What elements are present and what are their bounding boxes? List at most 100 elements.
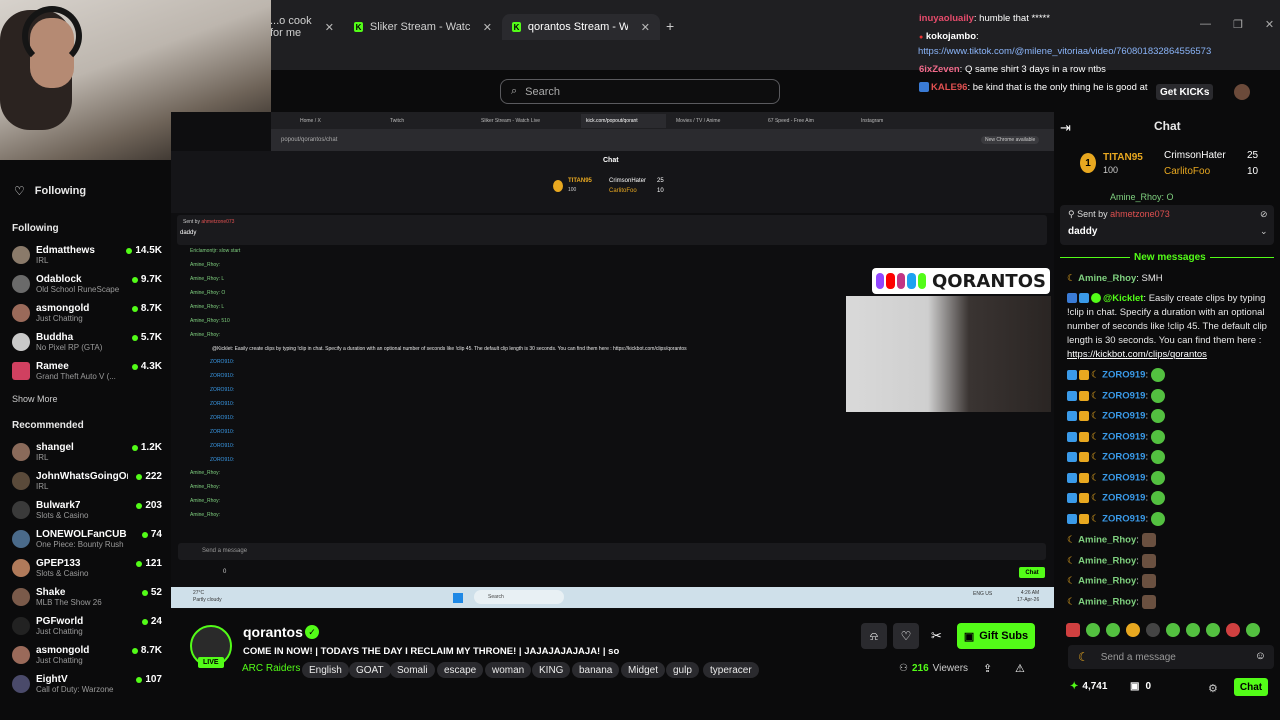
maximize-icon[interactable]: ❐ — [1233, 18, 1243, 31]
chat-message: ☾ ZORO919: — [1067, 389, 1274, 404]
chat-username[interactable]: ZORO919 — [1102, 391, 1145, 402]
leaderboard-second-user: CrimsonHater — [1164, 150, 1226, 161]
sidebar-item-eightv[interactable]: EightV Call of Duty: Warzone 107 — [12, 670, 162, 698]
channel-name: Bulwark7 — [36, 500, 81, 511]
chat-panel: ⇥ Chat 1 TITAN95 100 CrimsonHater 25 Car… — [1054, 112, 1280, 720]
chat-username[interactable]: Amine_Rhoy — [1078, 273, 1136, 284]
emote-icon[interactable] — [1186, 623, 1200, 637]
search-input[interactable]: ⌕ Search — [500, 79, 780, 104]
close-window-icon[interactable]: ✕ — [1265, 18, 1274, 31]
browser-tab-3[interactable]: K qorantos Stream - Watch Live o ✕ — [502, 14, 660, 40]
browser-tab-2[interactable]: K Sliker Stream - Watch Live on K ✕ — [344, 14, 502, 40]
close-icon[interactable]: ✕ — [641, 21, 650, 34]
sidebar-item-asmongold[interactable]: asmongold Just Chatting 8.7K — [12, 299, 162, 327]
chat-username[interactable]: ZORO919 — [1102, 514, 1145, 525]
overlay-chat-line: KALE96: be kind that is the only thing h… — [919, 82, 1148, 93]
sidebar-item-odablock[interactable]: Odablock Old School RuneScape 9.7K — [12, 270, 162, 298]
captured-tab: Sliker Stream - Watch Live — [481, 118, 540, 124]
clip-icon[interactable]: ✂ — [931, 628, 942, 644]
sidebar-item-edmatthews[interactable]: Edmatthews IRL 14.5K — [12, 241, 162, 269]
sidebar-item-shake[interactable]: Shake MLB The Show 26 52 — [12, 583, 162, 611]
tag-goat[interactable]: GOAT — [349, 662, 391, 678]
report-icon[interactable]: ⚠ — [1015, 662, 1025, 675]
new-tab-button[interactable]: + — [666, 18, 674, 34]
tag-english[interactable]: English — [302, 662, 349, 678]
sidebar-item-gpep133[interactable]: GPEP133 Slots & Casino 121 — [12, 554, 162, 582]
emote-icon[interactable] — [1226, 623, 1240, 637]
close-icon[interactable]: ✕ — [325, 21, 334, 34]
viewer-count: ⚇ 216 Viewers — [899, 663, 968, 674]
sidebar-item-pgfworld[interactable]: PGFworld Just Chatting 24 — [12, 612, 162, 640]
emoji-icon[interactable]: ☺ — [1255, 650, 1266, 662]
chat-username[interactable]: Amine_Rhoy — [1078, 597, 1136, 608]
chat-username[interactable]: ZORO919 — [1102, 493, 1145, 504]
send-chat-button[interactable]: Chat — [1234, 678, 1268, 696]
collapse-chat-icon[interactable]: ⇥ — [1060, 120, 1071, 136]
overlay-chat-link: https://www.tiktok.com/@milene_vitoriaa/… — [918, 46, 1212, 57]
browser-tab-1[interactable]: ...o cook for me ✕ — [260, 14, 344, 40]
close-icon[interactable]: ✕ — [483, 21, 492, 34]
notification-bell-icon[interactable]: ⍾ — [861, 623, 887, 649]
category-link[interactable]: ARC Raiders — [242, 663, 300, 674]
chevron-down-icon[interactable]: ⌄ — [1260, 226, 1268, 237]
chat-username[interactable]: ZORO919 — [1102, 370, 1145, 381]
user-avatar[interactable] — [1234, 84, 1250, 100]
emote-icon[interactable] — [1146, 623, 1160, 637]
following-nav[interactable]: ♡ Following — [14, 184, 86, 198]
chat-link[interactable]: https://kickbot.com/clips/qorantos — [1067, 349, 1207, 360]
captured-second-user: CrimsonHater — [609, 178, 647, 184]
emote-icon[interactable] — [1086, 623, 1100, 637]
emote-icon[interactable] — [1066, 623, 1080, 637]
emote-icon[interactable] — [1206, 623, 1220, 637]
hide-pin-icon[interactable]: ⊘ — [1260, 209, 1268, 220]
get-kicks-button[interactable]: Get KICKs — [1156, 84, 1214, 100]
pinned-text: daddy — [1068, 226, 1098, 237]
settings-icon[interactable]: ⚙ — [1208, 682, 1218, 695]
tag-escape[interactable]: escape — [437, 662, 484, 678]
gift-balance[interactable]: ▣ 0 — [1130, 681, 1151, 692]
taskbar-search: Search — [474, 590, 564, 604]
chat-username[interactable]: ZORO919 — [1102, 452, 1145, 463]
emote-icon[interactable] — [1166, 623, 1180, 637]
chat-username[interactable]: ZORO919 — [1102, 432, 1145, 443]
tag-woman[interactable]: woman — [485, 662, 532, 678]
channel-name[interactable]: qorantos — [243, 624, 303, 640]
sidebar-item-shangel[interactable]: shangel IRL 1.2K — [12, 438, 162, 466]
sidebar-item-ramee[interactable]: Ramee Grand Theft Auto V (... 4.3K — [12, 357, 162, 385]
sidebar-item-lonewolfancub[interactable]: LONEWOLFanCUB One Piece: Bounty Rush 74 — [12, 525, 162, 553]
emote-icon[interactable] — [1126, 623, 1140, 637]
chat-username[interactable]: Amine_Rhoy — [1078, 556, 1136, 567]
chat-username[interactable]: Amine_Rhoy — [1078, 576, 1136, 587]
chat-username[interactable]: ZORO919 — [1102, 473, 1145, 484]
sidebar-item-buddha[interactable]: Buddha No Pixel RP (GTA) 5.7K — [12, 328, 162, 356]
chat-message: ☾ Amine_Rhoy: — [1067, 595, 1274, 610]
chat-username[interactable]: @Kicklet — [1103, 293, 1143, 304]
send-message-input[interactable]: ☾ Send a message ☺ — [1068, 645, 1274, 669]
emote-bar — [1066, 623, 1260, 637]
share-icon[interactable]: ⇪ — [983, 662, 992, 675]
tag-king[interactable]: KING — [532, 662, 571, 678]
taskbar-time: 4:26 AM — [1020, 590, 1040, 596]
chat-username[interactable]: ZORO919 — [1102, 411, 1145, 422]
emote-icon[interactable] — [1106, 623, 1120, 637]
sidebar-item-bulwark7[interactable]: Bulwark7 Slots & Casino 203 — [12, 496, 162, 524]
sidebar-item-asmongold-rec[interactable]: asmongold Just Chatting 8.7K — [12, 641, 162, 669]
channel-name: PGFworld — [36, 616, 84, 627]
show-more-link[interactable]: Show More — [12, 394, 58, 404]
emote-icon[interactable] — [1246, 623, 1260, 637]
avatar — [12, 588, 30, 606]
tag-gulp[interactable]: gulp — [666, 662, 699, 678]
gift-subs-button[interactable]: ▣ Gift Subs — [957, 623, 1035, 649]
chat-username[interactable]: Amine_Rhoy — [1078, 535, 1136, 546]
leaderboard-third-count: 10 — [1247, 166, 1259, 177]
tag-somali[interactable]: Somali — [390, 662, 435, 678]
follow-heart-icon[interactable]: ♡ — [893, 623, 919, 649]
sidebar-item-johnwhatsgoingon[interactable]: JohnWhatsGoingOn IRL 222 — [12, 467, 162, 495]
pinned-message[interactable]: ⚲ Sent by ahmetzone073 daddy ⊘ ⌄ — [1060, 205, 1274, 245]
kicks-balance[interactable]: ✦ 4,741 — [1070, 681, 1107, 692]
tag-banana[interactable]: banana — [572, 662, 620, 678]
minimize-icon[interactable]: — — [1200, 18, 1211, 31]
captured-second-count: 25 — [657, 178, 664, 184]
tag-midget[interactable]: Midget — [621, 662, 666, 678]
tag-typeracer[interactable]: typeracer — [703, 662, 759, 678]
